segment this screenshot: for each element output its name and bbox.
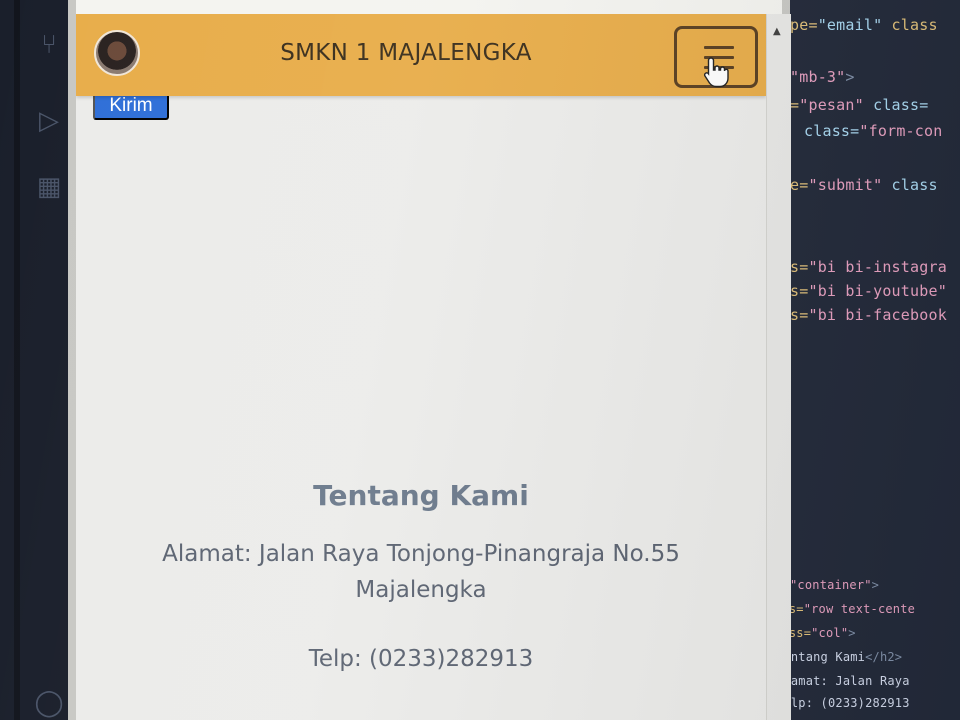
source-control-icon[interactable]: ⑂ [32,28,66,62]
address-line: Majalengka [355,577,487,603]
screen: ⑂ ▷ ▦ ◯ pe="email" class "mb-3"> ="pesan… [0,0,960,720]
code-attr: class= [804,122,860,140]
code-text: Alamat: Jalan Raya [780,674,910,688]
code-string: "bi bi-facebook [808,306,947,324]
code-string: "submit" [808,176,883,194]
hamburger-menu-icon [704,46,734,49]
about-phone: Telp: (0233)282913 [308,646,534,672]
code-string: "row text-cente [803,602,916,616]
code-attr: s= [790,282,809,300]
code-string: "mb-3" [790,68,846,86]
navbar: SMKN 1 MAJALENGKA [76,14,766,96]
code-line: "mb-3"> [790,68,855,86]
run-debug-icon[interactable]: ▷ [32,104,66,138]
account-icon[interactable]: ◯ [32,686,66,720]
code-punc: > [871,578,880,592]
page-scrollbar[interactable]: ▲ [766,14,791,720]
code-line: s="bi bi-youtube" [790,282,947,300]
code-line: lass="col"> [780,626,856,640]
code-line: s="bi bi-instagra [790,258,947,276]
code-attr: class [882,176,938,194]
code-line: ="pesan" class= [790,96,928,114]
code-attr: s= [790,258,809,276]
code-string: "col" [811,626,849,640]
code-attr: pe= [790,16,818,34]
about-address: Alamat: Jalan Raya Tonjong-Pinangraja No… [96,536,746,608]
browser-window: Kirim SMKN 1 MAJALENGKA Tentang Kami Ala… [68,0,791,720]
code-punc: > [845,68,855,86]
code-line: "container"> [790,578,879,592]
code-text: Telp: (0233)282913 [780,696,910,710]
code-line: e="submit" class [790,176,938,194]
code-string: "bi bi-youtube" [808,282,947,300]
code-line: Telp: (0233)282913 [780,696,910,710]
code-line: class="form-con [804,122,942,140]
code-string: "bi bi-instagra [808,258,947,276]
code-line: s="bi bi-facebook [790,306,947,324]
code-string: "form-con [859,122,943,140]
school-emblem-icon[interactable] [94,30,140,76]
code-text: Tentang Kami [780,650,866,664]
address-line: Alamat: Jalan Raya Tonjong-Pinangraja No… [162,541,680,567]
code-attr: e= [790,176,809,194]
window-edge [14,0,20,720]
browser-top-strip [76,0,782,14]
code-editor[interactable]: pe="email" class "mb-3"> ="pesan" class=… [780,0,960,720]
code-attr: = [790,96,800,114]
code-attr: class= [863,96,929,114]
code-string: "pesan" [799,96,864,114]
page-viewport[interactable]: Kirim SMKN 1 MAJALENGKA Tentang Kami Ala… [76,14,766,720]
code-line: ass="row text-cente [780,602,915,616]
code-attr: class [882,16,938,34]
code-punc: </h2> [865,650,903,664]
about-title: Tentang Kami [313,479,529,513]
code-line: pe="email" class [790,16,938,34]
code-line: Tentang Kami</h2> [780,650,902,664]
code-attr: s= [790,306,809,324]
navbar-brand[interactable]: SMKN 1 MAJALENGKA [236,40,576,66]
code-punc: > [848,626,856,640]
hand-pointer-cursor-icon [703,57,729,88]
scroll-up-arrow-icon[interactable]: ▲ [773,26,781,37]
code-string: "container" [790,578,872,592]
code-line: Alamat: Jalan Raya [780,674,910,688]
extensions-icon[interactable]: ▦ [32,170,66,204]
code-string: "email" [817,16,883,34]
